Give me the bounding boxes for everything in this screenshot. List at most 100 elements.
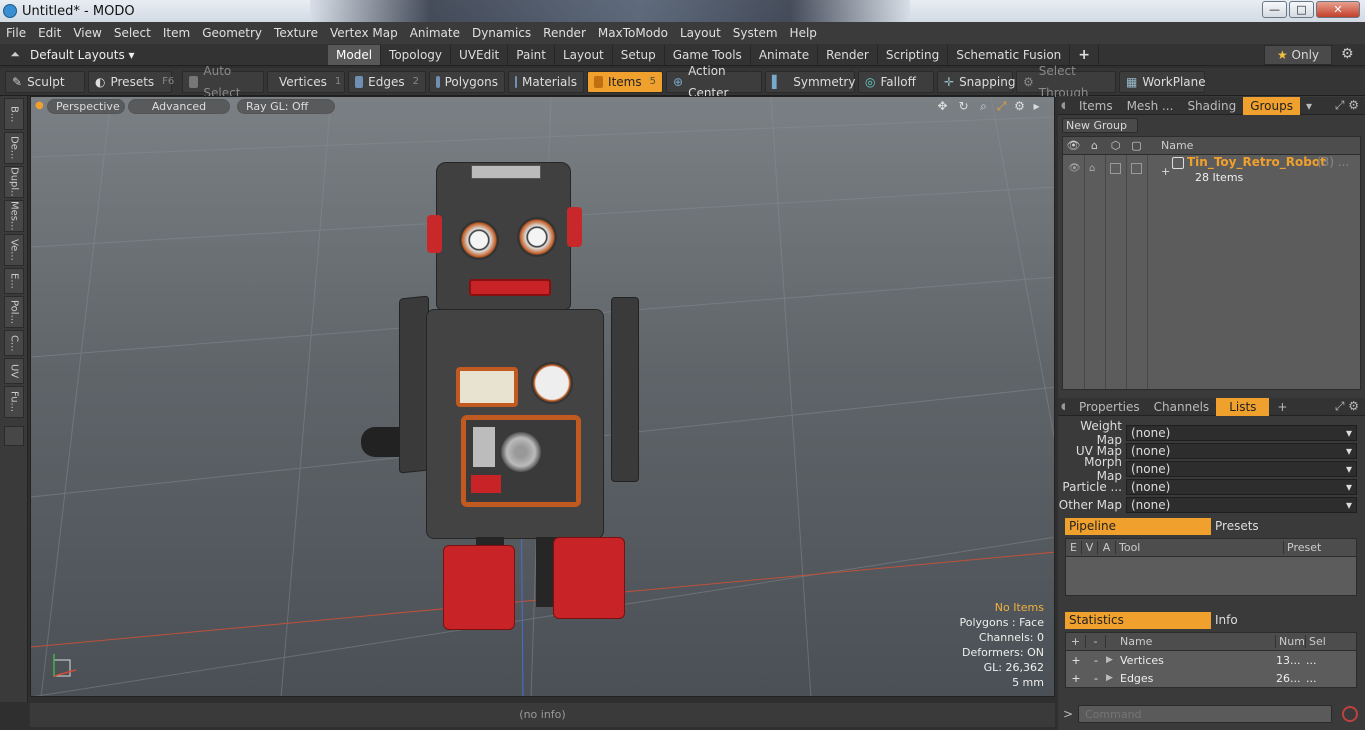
stat-add-button[interactable]: + (1066, 654, 1086, 667)
expand-arrow-icon[interactable]: ▶ (1106, 673, 1120, 683)
collapse-icon[interactable]: ⏶ (0, 47, 30, 62)
sculpt-button[interactable]: ✎ Sculpt (5, 70, 85, 93)
left-tab-extra[interactable] (3, 426, 24, 446)
3d-viewport[interactable]: ● Perspective Advanced Ray GL: Off ✥ ↻ ⌕… (30, 96, 1055, 697)
gear-icon[interactable]: ⚙ (1341, 46, 1354, 62)
menu-dynamics[interactable]: Dynamics (466, 26, 537, 40)
rotate-view-icon[interactable]: ↻ (957, 100, 970, 113)
statistics-tab[interactable]: Statistics (1065, 612, 1211, 629)
menu-animate[interactable]: Animate (404, 26, 466, 40)
workplane-button[interactable]: ▦ WorkPlane (1119, 70, 1206, 93)
lock-col-icon[interactable]: ⌂ (1084, 139, 1105, 152)
viewport-gear-icon[interactable]: ⚙ (1013, 100, 1026, 113)
symmetry-button[interactable]: ▌ Symmetry (765, 70, 855, 93)
items-button[interactable]: Items 5 (587, 70, 663, 93)
tab-properties[interactable]: Properties (1072, 398, 1147, 416)
advanced-dropdown[interactable]: Advanced (128, 99, 230, 114)
other-map-dropdown[interactable]: (none) (1126, 497, 1357, 513)
menu-maxtomodo[interactable]: MaxToModo (592, 26, 674, 40)
close-button[interactable]: ✕ (1316, 1, 1360, 18)
left-tab-mesh[interactable]: Mes... (3, 200, 24, 232)
left-tab-curve[interactable]: C... (3, 330, 24, 356)
presets-button[interactable]: ◐ Presets F6 (88, 70, 174, 93)
stat-remove-button[interactable]: - (1086, 672, 1106, 685)
tab-paint[interactable]: Paint (508, 44, 555, 65)
tabs-dropdown-icon[interactable]: ▾ (1306, 99, 1312, 113)
maximize-button[interactable]: □ (1289, 1, 1314, 18)
left-tab-vertex[interactable]: Ve... (3, 234, 24, 266)
menu-select[interactable]: Select (108, 26, 157, 40)
record-icon[interactable] (1342, 706, 1358, 722)
menu-view[interactable]: View (67, 26, 107, 40)
command-input[interactable] (1078, 705, 1332, 723)
falloff-button[interactable]: ◎ Falloff (858, 70, 934, 93)
tab-topology[interactable]: Topology (381, 44, 452, 65)
zoom-view-icon[interactable]: ⌕ (977, 100, 990, 113)
only-toggle[interactable]: ★ Only (1264, 45, 1332, 65)
menu-vertex-map[interactable]: Vertex Map (324, 26, 404, 40)
weight-map-dropdown[interactable]: (none) (1126, 425, 1357, 441)
panel-expand-icon[interactable]: ⤢ ⚙ (1335, 399, 1359, 414)
stat-row-vertices[interactable]: + - ▶ Vertices 13... ... (1066, 651, 1356, 669)
render-col-icon[interactable]: ▢ (1126, 139, 1147, 152)
tab-mesh[interactable]: Mesh ... (1120, 97, 1181, 115)
new-group-button[interactable]: New Group (1062, 118, 1138, 133)
left-tab-uv[interactable]: UV (3, 358, 24, 384)
expand-icon[interactable]: + (1161, 165, 1170, 178)
group-row[interactable]: 👁 ⌂ + Tin_Toy_Retro_Robot (3) ... 28 Ite… (1063, 155, 1360, 185)
menu-texture[interactable]: Texture (268, 26, 324, 40)
menu-file[interactable]: File (0, 26, 32, 40)
raygl-dropdown[interactable]: Ray GL: Off (237, 99, 335, 114)
viewport-dot-icon[interactable]: ● (35, 100, 44, 111)
row-visibility-icon[interactable]: 👁 (1068, 163, 1081, 174)
panel-expand-icon[interactable]: ⤢ ⚙ (1335, 98, 1359, 113)
menu-geometry[interactable]: Geometry (196, 26, 268, 40)
tab-shading[interactable]: Shading (1180, 97, 1243, 115)
tab-uvedit[interactable]: UVEdit (451, 44, 509, 65)
perspective-dropdown[interactable]: Perspective (47, 99, 125, 114)
row-select-checkbox[interactable] (1110, 163, 1121, 174)
select-col-icon[interactable]: ⬡ (1105, 139, 1126, 152)
select-through-button[interactable]: ⚙ Select Through (1016, 64, 1116, 100)
edges-button[interactable]: Edges 2 (348, 70, 426, 93)
presets-tab[interactable]: Presets (1211, 518, 1357, 535)
menu-system[interactable]: System (727, 26, 784, 40)
menu-item[interactable]: Item (157, 26, 196, 40)
tab-groups[interactable]: Groups (1243, 96, 1300, 115)
left-tab-fusion[interactable]: Fu... (3, 386, 24, 418)
left-tab-basic[interactable]: B... (3, 98, 24, 130)
expand-arrow-icon[interactable]: ▶ (1106, 655, 1120, 665)
left-tab-duplicate[interactable]: Dupl... (3, 166, 24, 198)
action-center-button[interactable]: ⊕ Action Center (666, 64, 762, 100)
left-tab-edge[interactable]: E... (3, 268, 24, 294)
move-view-icon[interactable]: ✥ (936, 100, 949, 113)
menu-layout[interactable]: Layout (674, 26, 727, 40)
row-lock-icon[interactable]: ⌂ (1089, 163, 1095, 174)
stat-row-edges[interactable]: + - ▶ Edges 26... ... (1066, 669, 1356, 687)
left-tab-polygon[interactable]: Pol... (3, 296, 24, 328)
info-tab[interactable]: Info (1211, 612, 1357, 629)
tab-scripting[interactable]: Scripting (878, 44, 949, 65)
pipeline-tab[interactable]: Pipeline (1065, 518, 1211, 535)
uv-map-dropdown[interactable]: (none) (1126, 443, 1357, 459)
tab-lists[interactable]: Lists (1216, 397, 1270, 416)
menu-edit[interactable]: Edit (32, 26, 67, 40)
tab-animate[interactable]: Animate (751, 44, 819, 65)
minimize-button[interactable]: — (1262, 1, 1287, 18)
visibility-col-icon[interactable]: 👁 (1063, 139, 1084, 152)
snapping-button[interactable]: ✛ Snapping (937, 70, 1015, 93)
tab-items[interactable]: Items (1072, 97, 1120, 115)
polygons-button[interactable]: Polygons (429, 70, 505, 93)
menu-render[interactable]: Render (537, 26, 592, 40)
tab-channels[interactable]: Channels (1147, 398, 1217, 416)
viewport-more-icon[interactable]: ▸ (1030, 100, 1043, 113)
tab-model[interactable]: Model (328, 44, 382, 65)
default-layouts-dropdown[interactable]: Default Layouts ▾ (30, 48, 320, 62)
morph-map-dropdown[interactable]: (none) (1126, 461, 1357, 477)
menu-help[interactable]: Help (784, 26, 823, 40)
row-render-checkbox[interactable] (1131, 163, 1142, 174)
fit-view-icon[interactable]: ⤢ (995, 100, 1008, 113)
vertices-button[interactable]: Vertices 1 (267, 70, 345, 93)
materials-button[interactable]: Materials (508, 70, 584, 93)
stat-add-button[interactable]: + (1066, 672, 1086, 685)
